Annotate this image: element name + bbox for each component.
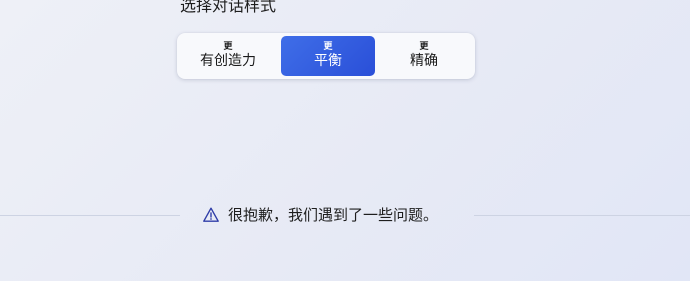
divider-line-right (474, 215, 690, 216)
tone-option-label: 平衡 (314, 53, 342, 69)
tone-option-prefix: 更 (419, 42, 429, 52)
conversation-style-heading: 选择对话样式 (180, 0, 277, 15)
divider-line-left (0, 215, 180, 216)
conversation-style-selector: 更 有创造力 更 平衡 更 精确 (177, 33, 475, 79)
tone-option-creative[interactable]: 更 有创造力 (181, 36, 275, 76)
tone-option-label: 有创造力 (200, 53, 256, 69)
warning-icon (203, 207, 219, 222)
error-message: 很抱歉，我们遇到了一些问题。 (228, 206, 439, 224)
error-notice: 很抱歉，我们遇到了一些问题。 (202, 205, 438, 225)
tone-option-prefix: 更 (323, 42, 333, 52)
tone-option-precise[interactable]: 更 精确 (377, 36, 471, 76)
tone-option-prefix: 更 (223, 42, 233, 52)
tone-option-label: 精确 (410, 53, 438, 69)
tone-option-balanced[interactable]: 更 平衡 (281, 36, 375, 76)
